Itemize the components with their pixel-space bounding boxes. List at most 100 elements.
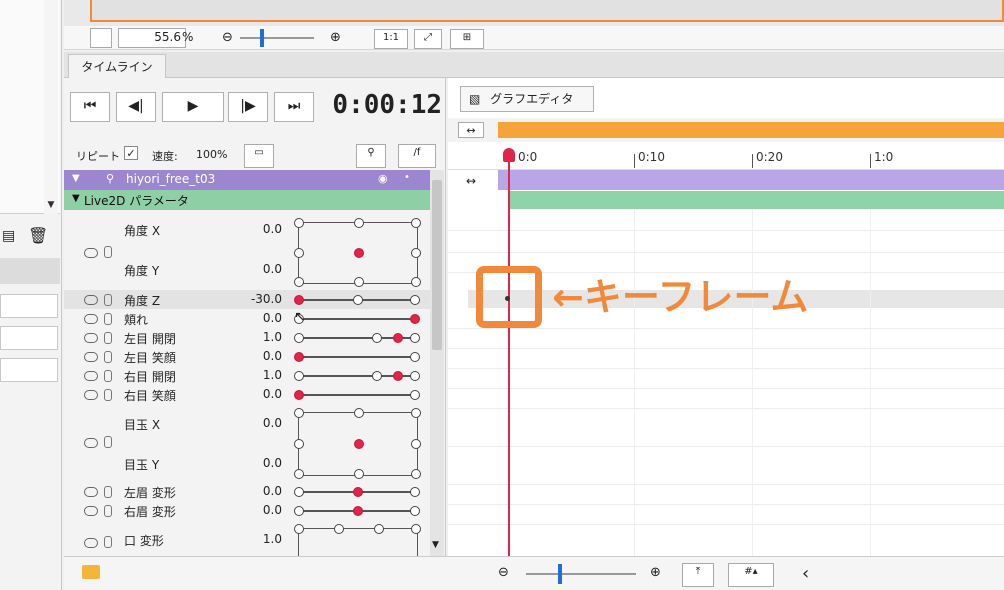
link-icon[interactable] [104,536,112,548]
grid-point[interactable] [354,469,364,479]
work-range-bar[interactable] [498,122,1004,138]
eye-icon[interactable]: ◉ [378,172,388,185]
grid-point[interactable] [411,469,421,479]
range-arrows-icon[interactable]: ↔ [458,122,484,138]
grid-point[interactable] [294,248,304,258]
copy-icon[interactable]: ▤ [2,228,15,244]
eye-icon[interactable] [84,248,98,258]
slider-point[interactable] [372,371,382,381]
param-slider[interactable] [294,390,420,400]
param-scrollbar[interactable]: ▼ [430,170,444,556]
grid-point[interactable] [294,439,304,449]
speed-value[interactable]: 100% [196,148,227,161]
timeline-zoom-handle[interactable] [558,564,562,584]
one-to-one-button[interactable]: 1:1 [374,29,408,49]
collapse-icon[interactable]: ▼ [72,173,80,184]
fx-icon[interactable]: /f [398,144,436,168]
param-value[interactable]: 0.0 [232,349,282,363]
slider-current[interactable] [294,352,304,362]
link-icon[interactable] [104,246,112,258]
param-value[interactable]: -30.0 [232,292,282,306]
repeat-checkbox[interactable]: ✓ [124,146,138,160]
grid-point[interactable] [334,524,344,534]
slider-current[interactable] [410,314,420,324]
timeline-zoom-slider[interactable] [526,573,636,575]
grid-point[interactable] [354,408,364,418]
track-clip-bar[interactable] [498,170,1004,190]
grid-point[interactable] [294,408,304,418]
slider-current[interactable] [294,295,304,305]
pin-icon[interactable]: ⚲ [356,144,386,168]
slider-current[interactable] [353,506,363,516]
eye-icon[interactable] [84,333,98,343]
grid-current-point[interactable] [354,248,364,258]
grid-point[interactable] [411,524,421,534]
grid-point[interactable] [411,218,421,228]
slider-point[interactable] [410,295,420,305]
group-clip-bar[interactable] [508,191,1004,209]
left-field-1[interactable] [0,294,58,318]
param-row[interactable]: 左目 笑顔 0.0 [64,347,430,366]
grid-snap-icon[interactable]: #▴ [728,563,774,587]
param-value[interactable]: 0.0 [232,456,282,470]
param-value[interactable]: 0.0 [232,262,282,276]
param-row[interactable]: 口 変形 1.0 [64,522,430,556]
slider-point[interactable] [294,487,304,497]
link-icon[interactable] [104,313,112,325]
slider-point[interactable] [410,352,420,362]
param-slider[interactable] [294,295,420,305]
grid-point[interactable] [411,439,421,449]
screen-icon[interactable]: ▭ [244,144,274,168]
chevron-left-icon[interactable]: ‹ [802,563,809,584]
grid-point[interactable] [354,277,364,287]
folder-icon[interactable] [82,565,100,579]
link-icon[interactable] [104,332,112,344]
fit-width-icon[interactable]: ⤒ [682,563,714,587]
slider-point[interactable] [410,487,420,497]
grid-current-point[interactable] [354,439,364,449]
param-value[interactable]: 1.0 [232,368,282,382]
viewer-canvas[interactable] [90,0,1004,22]
param-row[interactable]: 右目 笑顔 0.0 [64,385,430,404]
eye-icon[interactable] [84,295,98,305]
param-value[interactable]: 0.0 [232,484,282,498]
next-frame-button[interactable]: |▶ [228,92,268,122]
slider-point[interactable] [294,506,304,516]
scroll-down-icon[interactable]: ▼ [44,198,58,212]
link-icon[interactable] [104,294,112,306]
play-button[interactable]: ▶ [162,92,224,122]
left-field-3[interactable] [0,358,58,382]
slider-current[interactable] [393,371,403,381]
track-row[interactable]: ▼ ⚲ hiyori_free_t03 ◉ • [64,170,430,190]
param-2d-grid[interactable] [294,218,421,287]
time-ruler[interactable]: 0:0 0:10 0:20 1:0 [448,142,1004,170]
left-panel-scrollbar[interactable] [44,0,58,214]
grid-point[interactable] [411,277,421,287]
param-value[interactable]: 1.0 [232,532,282,546]
param-row-angle-z[interactable]: 角度 Z -30.0 [64,290,430,309]
param-row[interactable]: 左眉 変形 0.0 [64,482,430,501]
slider-current[interactable] [294,390,304,400]
eye-icon[interactable] [84,438,98,448]
param-value[interactable]: 0.0 [232,387,282,401]
trash-icon[interactable]: 🗑 [28,226,48,245]
checkbox-icon[interactable] [90,28,112,48]
zoom-slider-handle[interactable] [260,29,264,47]
eye-icon[interactable] [84,371,98,381]
to-start-button[interactable]: ⏮ [70,92,110,122]
link-icon[interactable] [104,389,112,401]
grid-point[interactable] [294,469,304,479]
grid-icon[interactable]: ⊞ [450,29,484,49]
param-slider[interactable] [294,371,420,381]
param-slider[interactable] [294,487,420,497]
left-field-2[interactable] [0,326,58,350]
fit-icon[interactable]: ⤢ [414,29,442,49]
link-icon[interactable] [104,505,112,517]
param-row[interactable]: 頬れ 0.0 ↖ [64,309,430,328]
slider-current[interactable] [353,487,363,497]
eye-icon[interactable] [84,538,98,548]
slider-point[interactable] [410,390,420,400]
zoom-out-icon[interactable]: ⊖ [222,30,233,45]
slider-point[interactable] [294,333,304,343]
param-slider[interactable] [294,352,420,362]
